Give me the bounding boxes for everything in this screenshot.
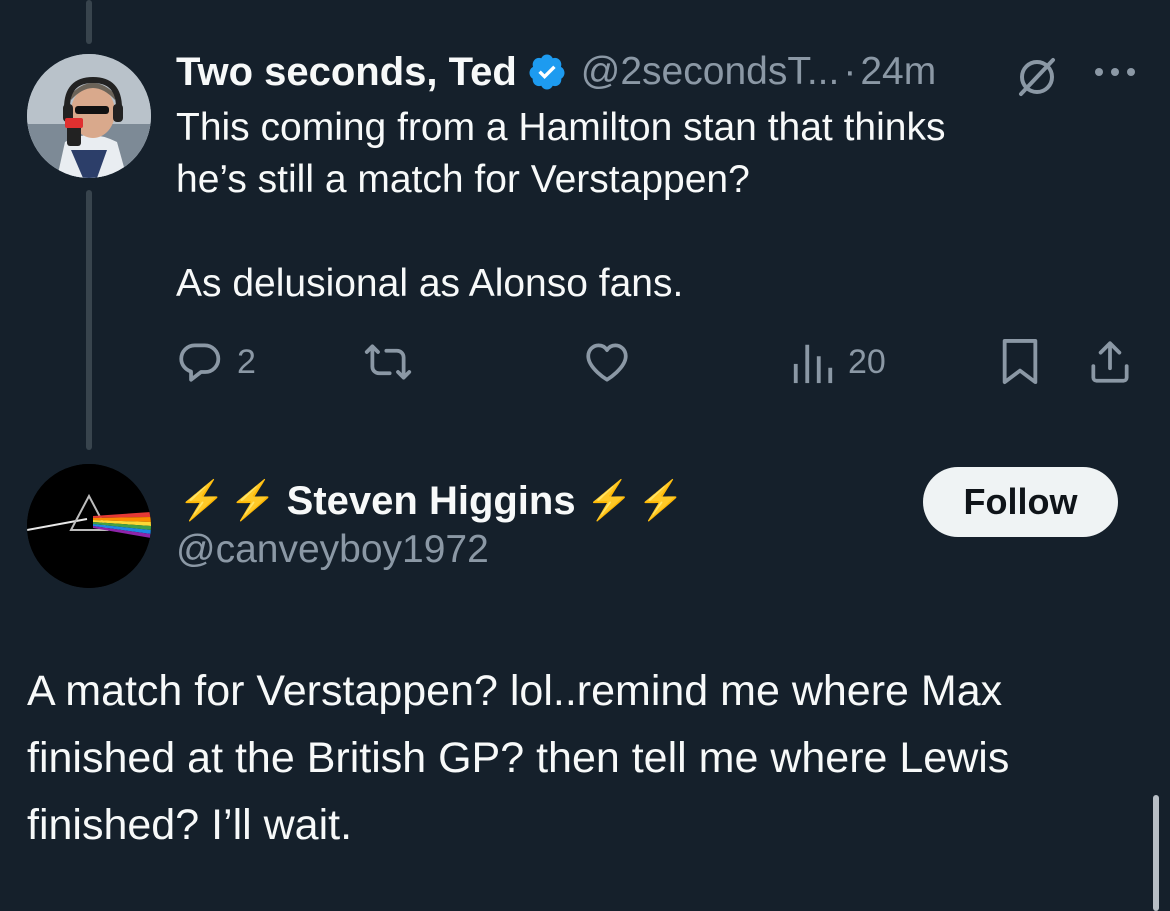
timestamp[interactable]: 24m <box>860 50 936 94</box>
views-button[interactable]: 20 <box>790 336 886 388</box>
display-name[interactable]: Two seconds, Ted <box>176 50 517 95</box>
handle[interactable]: @canveyboy1972 <box>176 528 489 572</box>
follow-button[interactable]: Follow <box>923 467 1118 537</box>
tweet-text: This coming from a Hamilton stan that th… <box>176 106 946 305</box>
tweet-text: A match for Verstappen? lol..remind me w… <box>27 667 1010 849</box>
like-icon <box>582 337 632 387</box>
display-name[interactable]: Steven Higgins <box>287 479 576 524</box>
avatar[interactable] <box>27 54 151 178</box>
tweet-header: Two seconds, Ted @2secondsT... · 24m <box>176 46 936 98</box>
repost-button[interactable] <box>363 336 413 388</box>
grok-icon[interactable] <box>1013 52 1061 105</box>
bookmark-button[interactable] <box>997 336 1043 388</box>
share-button[interactable] <box>1085 336 1135 388</box>
bookmark-icon <box>997 337 1043 387</box>
thread-line-bottom <box>86 190 92 450</box>
more-icon[interactable] <box>1092 60 1138 89</box>
lightning-icon: ⚡ <box>229 480 277 522</box>
scrollbar[interactable] <box>1153 795 1159 911</box>
avatar-prism[interactable] <box>27 464 151 588</box>
views-icon <box>790 337 836 387</box>
share-icon <box>1085 337 1135 387</box>
lightning-icon: ⚡ <box>636 480 685 522</box>
reply-icon <box>175 337 225 387</box>
user-header: ⚡ ⚡ Steven Higgins ⚡ ⚡ <box>178 474 684 528</box>
thread-line-top <box>86 0 92 44</box>
tweet-actions: 2 20 <box>175 336 1140 388</box>
separator-dot: · <box>843 50 857 93</box>
reply-button[interactable]: 2 <box>175 336 256 388</box>
verified-badge-icon <box>527 52 567 92</box>
like-button[interactable] <box>582 336 632 388</box>
handle[interactable]: @2secondsT... <box>581 50 840 94</box>
reply-count: 2 <box>237 342 256 381</box>
views-count: 20 <box>848 342 886 381</box>
repost-icon <box>363 337 413 387</box>
lightning-icon: ⚡ <box>178 480 226 522</box>
lightning-icon: ⚡ <box>585 480 633 522</box>
